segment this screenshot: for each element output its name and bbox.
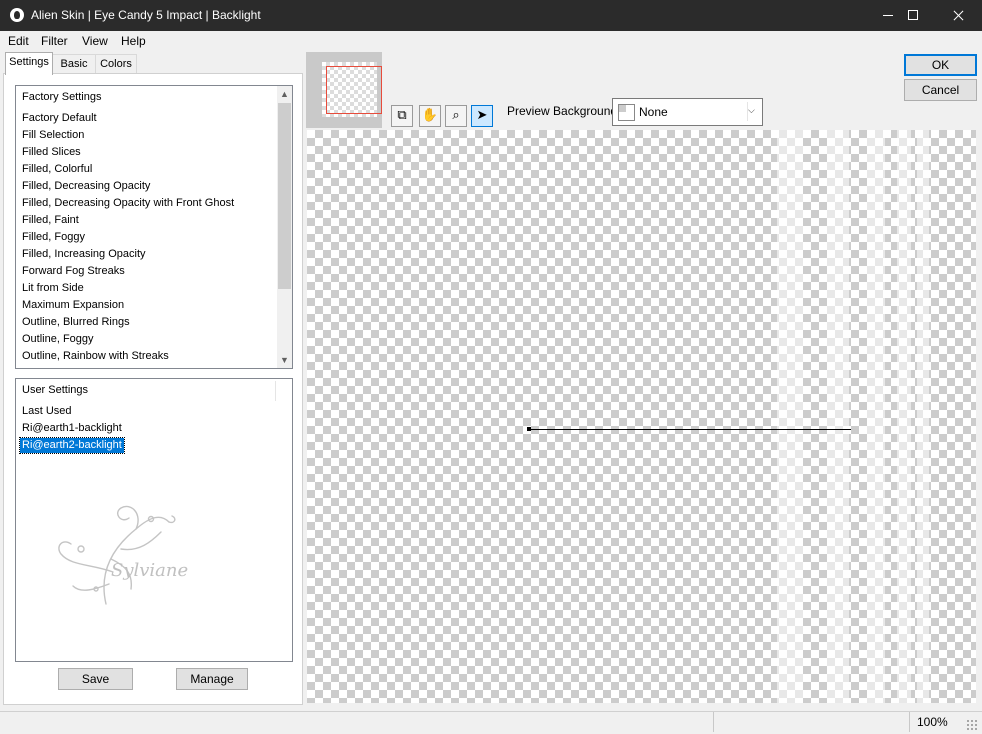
watermark-logo: Sylviane xyxy=(51,494,201,614)
navigator-icon: ⧉ xyxy=(397,108,407,123)
app-icon[interactable] xyxy=(10,8,24,22)
list-item[interactable]: Outline, Blurred Rings xyxy=(22,315,130,330)
header-divider xyxy=(275,381,276,401)
chevron-down-icon: ⌵ xyxy=(748,105,755,115)
menu-view[interactable]: View xyxy=(82,34,108,48)
status-separator xyxy=(713,712,714,732)
hand-tool-button[interactable]: ✋ xyxy=(419,105,441,127)
menu-edit[interactable]: Edit xyxy=(8,34,29,48)
backlight-streak xyxy=(777,130,803,703)
menu-bar xyxy=(0,31,982,51)
tab-basic[interactable]: Basic xyxy=(52,54,96,74)
pointer-tool-button[interactable]: ➤ xyxy=(471,105,493,127)
title-bar: Alien Skin | Eye Candy 5 Impact | Backli… xyxy=(0,0,982,31)
list-item[interactable]: Outline, Rainbow with Streaks xyxy=(22,349,169,364)
navigator-view-rect[interactable] xyxy=(326,66,382,114)
scroll-up-icon[interactable]: ▲ xyxy=(277,86,292,102)
user-settings-list[interactable]: User Settings Last Used Ri@earth1-backli… xyxy=(15,378,293,662)
manage-button[interactable]: Manage xyxy=(176,668,248,690)
list-item-selected[interactable]: Ri@earth2-backlight xyxy=(19,437,125,454)
watermark-text: Sylviane xyxy=(111,560,188,581)
list-item[interactable]: Filled, Increasing Opacity xyxy=(22,247,146,262)
navigator-tool-button[interactable]: ⧉ xyxy=(391,105,413,127)
close-button[interactable] xyxy=(936,0,982,31)
backlight-streak xyxy=(867,130,885,703)
preview-background-dropdown[interactable]: None ⌵ xyxy=(612,98,763,126)
settings-panel: Factory Settings Factory Default Fill Se… xyxy=(3,73,303,705)
list-item[interactable]: Ri@earth1-backlight xyxy=(22,421,122,436)
background-swatch-icon xyxy=(618,104,635,121)
backlight-streak xyxy=(897,130,911,703)
list-item[interactable]: Last Used xyxy=(22,404,72,419)
preview-background-label: Preview Background: xyxy=(507,104,621,118)
user-settings-header: User Settings xyxy=(22,384,89,396)
zoom-level: 100% xyxy=(917,715,948,729)
list-item[interactable]: Filled, Faint xyxy=(22,213,79,228)
preview-background-value: None xyxy=(639,105,668,119)
factory-settings-header: Factory Settings xyxy=(22,91,102,103)
save-button[interactable]: Save xyxy=(58,668,133,690)
list-item[interactable]: Maximum Expansion xyxy=(22,298,124,313)
zoom-icon: ⌕ xyxy=(452,108,460,123)
scroll-thumb[interactable] xyxy=(278,103,291,289)
list-item[interactable]: Filled, Decreasing Opacity with Front Gh… xyxy=(22,196,234,211)
factory-list-scrollbar[interactable]: ▲ ▼ xyxy=(277,86,292,368)
menu-filter[interactable]: Filter xyxy=(41,34,68,48)
list-item[interactable]: Filled, Foggy xyxy=(22,230,85,245)
backlight-streak xyxy=(827,130,849,703)
list-item[interactable]: Filled Slices xyxy=(22,145,81,160)
backlight-streak xyxy=(917,130,929,703)
list-item[interactable]: Filled, Colorful xyxy=(22,162,92,177)
zoom-tool-button[interactable]: ⌕ xyxy=(445,105,467,127)
list-item[interactable]: Forward Fog Streaks xyxy=(22,264,125,279)
status-bar xyxy=(0,711,982,734)
list-item[interactable]: Filled, Decreasing Opacity xyxy=(22,179,150,194)
navigator-thumbnail[interactable] xyxy=(306,52,382,128)
window-title: Alien Skin | Eye Candy 5 Impact | Backli… xyxy=(31,8,261,22)
list-item[interactable]: Outline, Foggy xyxy=(22,332,94,347)
cancel-button[interactable]: Cancel xyxy=(904,79,977,101)
tab-colors[interactable]: Colors xyxy=(95,54,137,74)
maximize-button[interactable] xyxy=(890,0,936,31)
factory-settings-list[interactable]: Factory Settings Factory Default Fill Se… xyxy=(15,85,293,369)
resize-grip[interactable] xyxy=(966,719,978,731)
list-item[interactable]: Factory Default xyxy=(22,111,97,126)
list-item[interactable]: Fill Selection xyxy=(22,128,84,143)
hand-icon: ✋ xyxy=(421,108,439,123)
list-item[interactable]: Lit from Side xyxy=(22,281,84,296)
scroll-down-icon[interactable]: ▼ xyxy=(277,352,292,368)
tab-settings[interactable]: Settings xyxy=(5,52,53,75)
status-separator xyxy=(909,712,910,732)
direction-line[interactable] xyxy=(529,429,851,430)
ok-button[interactable]: OK xyxy=(904,54,977,76)
menu-help[interactable]: Help xyxy=(121,34,146,48)
preview-canvas[interactable] xyxy=(307,130,976,703)
pointer-icon: ➤ xyxy=(476,108,488,123)
